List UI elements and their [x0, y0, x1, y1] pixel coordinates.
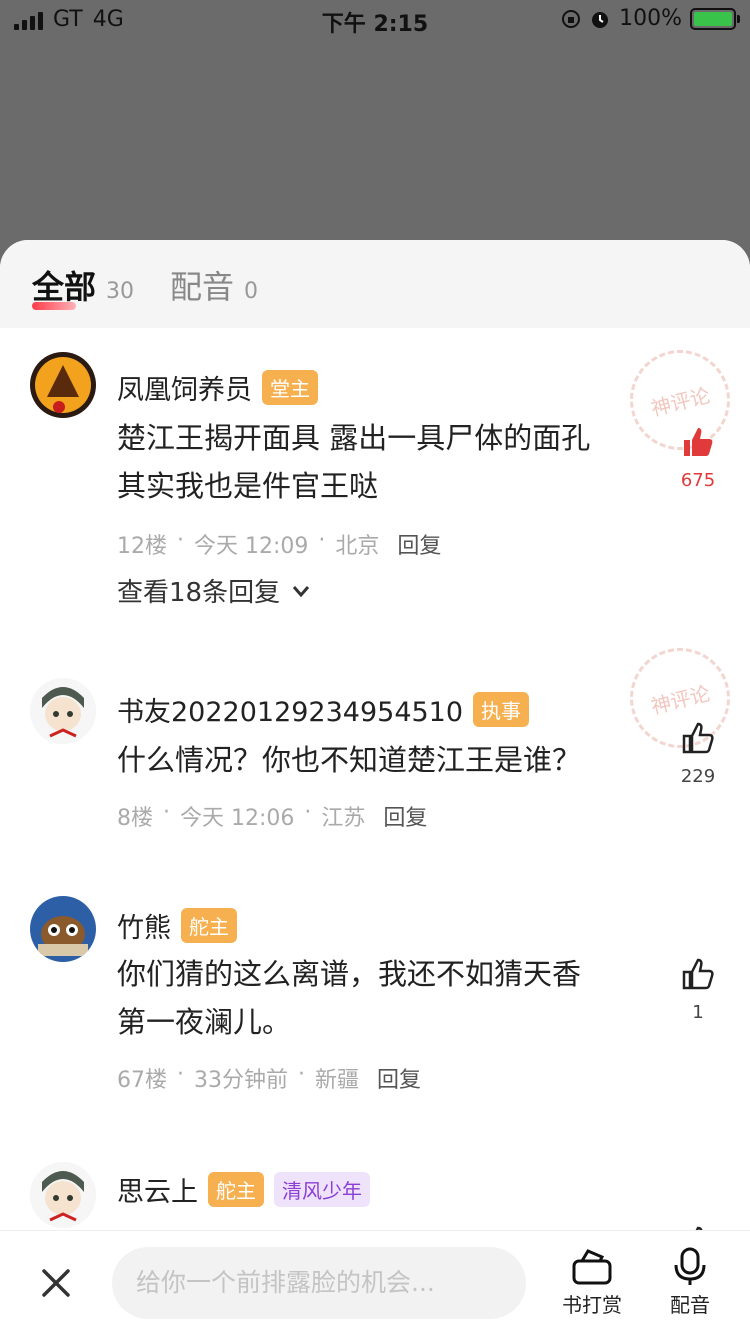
thumbs-up-icon [682, 958, 714, 990]
orientation-lock-icon [562, 9, 581, 28]
like-button[interactable]: 1 [676, 956, 720, 1023]
rank-badge: 堂主 [262, 370, 318, 405]
comment-meta: 8楼 · 今天 12:06 · 江苏 回复 [117, 800, 428, 832]
time-label: 33分钟前 [194, 1068, 288, 1093]
username-row: 思云上 舵主 清风少年 [117, 1170, 370, 1209]
comment-line: 什么情况？你也不知道楚江王是谁？ [117, 743, 582, 777]
tab-bar: 全部 30 配音 0 [0, 240, 750, 328]
reply-button[interactable]: 回复 [377, 1062, 421, 1094]
like-count: 675 [680, 470, 716, 491]
microphone-icon [674, 1247, 706, 1285]
battery-percent: 100% [619, 6, 682, 31]
tip-label: 书打赏 [562, 1293, 622, 1317]
thumbs-up-icon [682, 722, 714, 754]
dub-label: 配音 [670, 1293, 710, 1317]
floor-label: 12楼 [117, 534, 167, 559]
comment-line: 其实我也是件官王哒 [117, 469, 379, 503]
floor-label: 67楼 [117, 1068, 167, 1093]
like-count: 1 [692, 1002, 704, 1023]
time-label: 今天 12:09 [194, 534, 309, 559]
tab-dub-label: 配音 [170, 268, 235, 306]
comments-sheet: 全部 30 配音 0 神评论 凤凰饲养员 堂主 楚江王揭开面具 露出一具尸体的面… [0, 240, 750, 1334]
avatar[interactable] [30, 678, 96, 744]
view-replies-label: 查看18条回复 [117, 578, 281, 608]
location-label: 江苏 [321, 806, 366, 831]
rank-badge: 舵主 [181, 908, 237, 943]
comment-meta: 67楼 · 33分钟前 · 新疆 回复 [117, 1062, 422, 1094]
avatar[interactable] [30, 1162, 96, 1228]
username[interactable]: 竹熊 [117, 906, 171, 945]
reply-button[interactable]: 回复 [383, 800, 427, 832]
tip-button[interactable]: 书打赏 [562, 1247, 622, 1318]
rank-badge: 舵主 [208, 1172, 264, 1207]
close-icon[interactable] [38, 1265, 74, 1301]
tab-dub-count: 0 [244, 279, 259, 304]
comment-meta: 12楼 · 今天 12:09 · 北京 回复 [117, 528, 442, 560]
username-row: 竹熊 舵主 [117, 906, 237, 945]
comment-text: 什么情况？你也不知道楚江王是谁？ [117, 736, 657, 784]
location-label: 新疆 [315, 1068, 360, 1093]
username[interactable]: 思云上 [117, 1170, 198, 1209]
avatar[interactable] [30, 352, 96, 418]
status-bar: GT 4G 下午 2:15 100% [0, 0, 750, 40]
like-button[interactable]: 675 [676, 424, 720, 491]
thumbs-up-icon [684, 428, 713, 456]
tab-dub[interactable]: 配音 0 [170, 262, 258, 308]
floor-label: 8楼 [117, 806, 153, 831]
avatar[interactable] [30, 896, 96, 962]
comment-input[interactable]: 给你一个前排露脸的机会... [112, 1247, 526, 1319]
username[interactable]: 凤凰饲养员 [117, 368, 252, 407]
comment-text: 楚江王揭开面具 露出一具尸体的面孔 其实我也是件官王哒 [117, 414, 657, 510]
comment-line: 楚江王揭开面具 露出一具尸体的面孔 [117, 421, 591, 455]
gift-book-icon [572, 1249, 612, 1285]
location-label: 北京 [335, 534, 380, 559]
dub-button[interactable]: 配音 [668, 1247, 712, 1318]
time-label: 今天 12:06 [180, 806, 295, 831]
rank-badge: 执事 [473, 692, 530, 727]
like-button[interactable]: 229 [676, 720, 720, 787]
reply-button[interactable]: 回复 [397, 528, 441, 560]
like-count: 229 [680, 766, 716, 787]
tab-all-count: 30 [106, 279, 135, 304]
comment-line: 你们猜的这么离谱，我还不如猜天香 [117, 957, 582, 991]
comment-text: 你们猜的这么离谱，我还不如猜天香 第一夜澜儿。 [117, 950, 657, 1046]
battery-icon [690, 7, 740, 30]
title-badge: 清风少年 [274, 1172, 370, 1207]
username[interactable]: 书友20220129234954510 [117, 690, 463, 729]
alarm-icon [592, 11, 609, 28]
tab-active-indicator [32, 302, 76, 310]
chevron-down-icon [292, 585, 310, 597]
username-row: 书友20220129234954510 执事 [117, 690, 530, 729]
comment-input-bar: 给你一个前排露脸的机会... 书打赏 配音 [0, 1230, 750, 1334]
status-right: 100% [561, 6, 740, 31]
comment-line: 第一夜澜儿。 [117, 1005, 292, 1039]
view-replies-button[interactable]: 查看18条回复 [117, 572, 312, 609]
username-row: 凤凰饲养员 堂主 [117, 368, 318, 407]
